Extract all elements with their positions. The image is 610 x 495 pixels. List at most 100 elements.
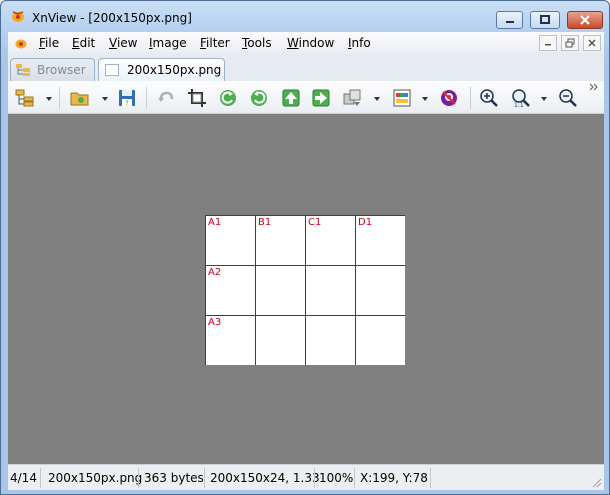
- client-area: File Edit View Image Filter Tools Window…: [8, 32, 604, 490]
- dropdown-arrow-icon[interactable]: [101, 95, 109, 103]
- zoom-out-button[interactable]: [557, 87, 579, 109]
- status-filesize: 363 bytes: [144, 471, 204, 485]
- image-file-icon: [105, 64, 119, 76]
- svg-text:?: ?: [125, 100, 128, 107]
- folder-tree-icon: [15, 63, 31, 77]
- image-viewer[interactable]: A1 B1 C1 D1 A2 A3: [8, 114, 604, 464]
- grid-line: [305, 215, 306, 365]
- tab-bar: Browser 200x150px.png: [8, 55, 604, 81]
- menu-bar: File Edit View Image Filter Tools Window…: [8, 32, 604, 55]
- mdi-restore-button[interactable]: [561, 35, 579, 51]
- menu-file[interactable]: File: [39, 36, 59, 50]
- dropdown-arrow-icon[interactable]: [45, 95, 53, 103]
- dropdown-arrow-icon[interactable]: [373, 95, 381, 103]
- browser-toggle-button[interactable]: [14, 87, 36, 109]
- rotate-left-button[interactable]: [217, 87, 239, 109]
- cell-label: B1: [258, 217, 272, 228]
- zoom-in-icon: [480, 89, 498, 107]
- maximize-icon: [540, 15, 550, 24]
- menu-info[interactable]: Info: [348, 36, 371, 50]
- dropdown-arrow-icon[interactable]: [421, 95, 429, 103]
- minimize-icon: [505, 21, 514, 23]
- menu-tools[interactable]: Tools: [242, 36, 272, 50]
- resize-grip-icon[interactable]: [591, 477, 602, 488]
- crop-button[interactable]: [186, 87, 208, 109]
- status-zoom: 100%: [319, 471, 354, 485]
- crop-icon: [188, 89, 206, 107]
- save-icon: ?: [119, 90, 135, 107]
- status-separator: [138, 468, 139, 488]
- zoom-in-button[interactable]: [478, 87, 500, 109]
- tab-browser-label: Browser: [37, 63, 86, 77]
- menu-edit[interactable]: Edit: [72, 36, 95, 50]
- dropdown-arrow-icon[interactable]: [540, 95, 548, 103]
- next-image-button[interactable]: [310, 87, 332, 109]
- close-icon: [580, 15, 590, 25]
- zoom-actual-button[interactable]: 1:1: [510, 87, 532, 109]
- zoom-out-icon: [559, 89, 577, 107]
- toolbar-overflow-icon[interactable]: [589, 83, 599, 91]
- status-filename: 200x150px.png: [48, 471, 143, 485]
- mdi-minimize-button[interactable]: [539, 35, 557, 51]
- status-index: 4/14: [10, 471, 37, 485]
- tab-image[interactable]: 200x150px.png: [98, 58, 225, 81]
- status-dimensions: 200x150x24, 1.33: [210, 471, 320, 485]
- mdi-close-button[interactable]: [583, 35, 601, 51]
- red-eye-icon: [441, 90, 457, 106]
- grid-line: [355, 215, 356, 365]
- svg-text:1:1: 1:1: [514, 102, 524, 108]
- toolbar-separator: [146, 87, 147, 109]
- red-eye-button[interactable]: [438, 87, 460, 109]
- color-adjust-button[interactable]: [391, 87, 413, 109]
- menu-window[interactable]: Window: [287, 36, 334, 50]
- cell-label: C1: [308, 217, 322, 228]
- status-separator: [314, 468, 315, 488]
- grid-line: [205, 315, 405, 316]
- minimize-button[interactable]: [496, 11, 523, 29]
- status-separator: [40, 468, 41, 488]
- restore-icon: [565, 38, 575, 48]
- grid-line: [205, 265, 405, 266]
- cell-label: A1: [208, 217, 222, 228]
- status-separator: [204, 468, 205, 488]
- grid-line: [255, 215, 256, 365]
- menu-image[interactable]: Image: [149, 36, 187, 50]
- cell-label: A2: [208, 267, 222, 278]
- close-button[interactable]: [567, 11, 603, 29]
- color-adjust-icon: [393, 89, 411, 107]
- title-bar: XnView - [200x150px.png]: [1, 1, 609, 31]
- rotate-right-button[interactable]: [248, 87, 270, 109]
- convert-button[interactable]: [341, 87, 363, 109]
- status-bar: 4/14 200x150px.png 363 bytes 200x150x24,…: [8, 464, 604, 490]
- menu-filter[interactable]: Filter: [200, 36, 230, 50]
- rotate-left-icon: [220, 90, 236, 106]
- toolbar: ? 1:1: [8, 81, 604, 114]
- cell-label: D1: [358, 217, 373, 228]
- next-icon: [312, 89, 330, 107]
- xnview-menu-icon[interactable]: [14, 37, 28, 50]
- window-title: XnView - [200x150px.png]: [32, 11, 192, 25]
- grid-line: [205, 215, 405, 216]
- maximize-button[interactable]: [530, 11, 560, 29]
- rotate-right-icon: [251, 90, 267, 106]
- toolbar-separator: [59, 87, 60, 109]
- undo-icon: [158, 91, 174, 102]
- menu-view[interactable]: View: [109, 36, 137, 50]
- tab-browser[interactable]: Browser: [10, 58, 95, 81]
- open-button[interactable]: [69, 87, 91, 109]
- save-button[interactable]: ?: [116, 87, 138, 109]
- status-coordinates: X:199, Y:78: [360, 471, 428, 485]
- undo-button[interactable]: [155, 87, 177, 109]
- cell-label: A3: [208, 317, 222, 328]
- tab-image-label: 200x150px.png: [127, 63, 222, 77]
- grid-line: [205, 215, 206, 365]
- previous-icon: [282, 89, 300, 107]
- close-icon: [588, 39, 596, 47]
- status-separator: [354, 468, 355, 488]
- status-separator: [430, 468, 431, 488]
- zoom-actual-icon: 1:1: [512, 89, 530, 108]
- folder-tree-icon: [15, 89, 34, 107]
- toolbar-separator: [470, 87, 471, 109]
- previous-image-button[interactable]: [280, 87, 302, 109]
- xnview-logo-icon: [10, 9, 26, 23]
